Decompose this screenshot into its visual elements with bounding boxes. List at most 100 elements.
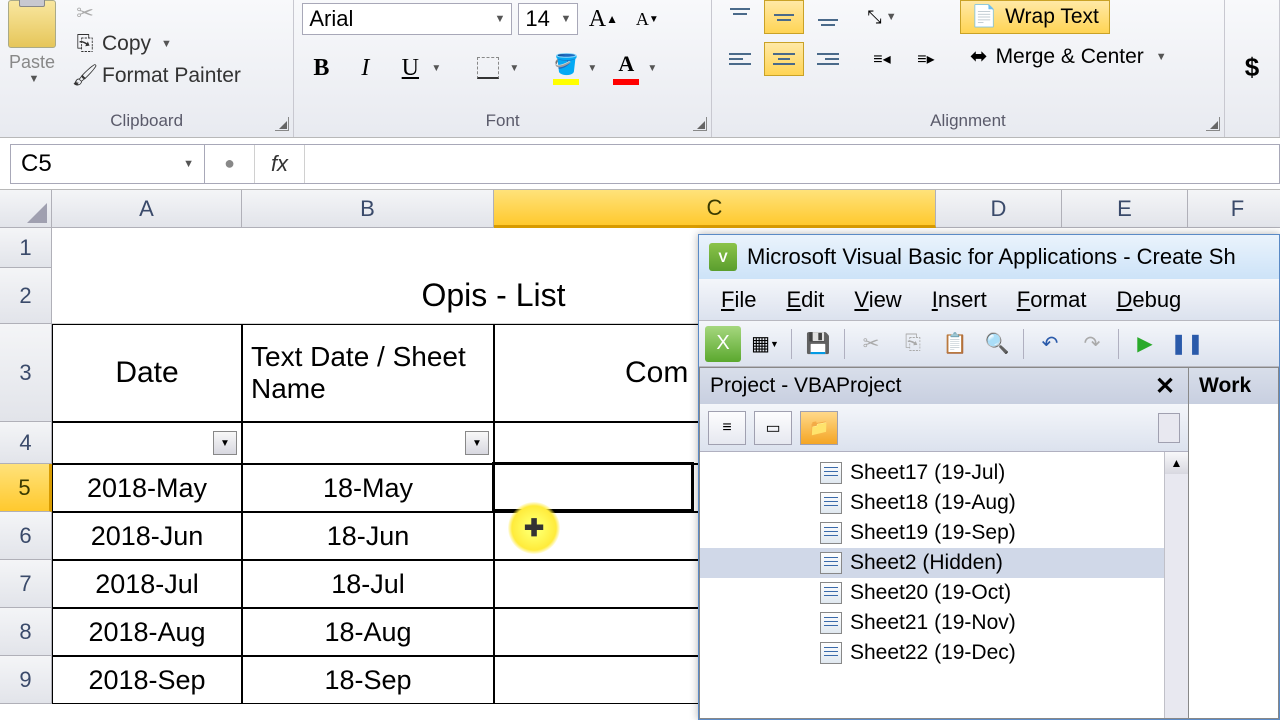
close-icon[interactable]: ✕ [1152,373,1178,399]
vba-tree-item-label: Sheet2 (Hidden) [850,551,1003,575]
cell[interactable]: 2018-Sep [52,656,242,704]
vba-tree-item[interactable]: Sheet18 (19-Aug) [700,488,1188,518]
column-header-F[interactable]: F [1188,190,1280,228]
decrease-indent-button[interactable]: ≡◂ [862,42,902,76]
font-dialog-launcher[interactable] [693,117,707,131]
vba-project-tree[interactable]: ▲ Sheet17 (19-Jul) Sheet18 (19-Aug) Sheet1… [700,452,1188,718]
cell[interactable]: 18-Jul [242,560,494,608]
filter-dropdown-icon[interactable]: ▼ [213,431,237,455]
decrease-font-button[interactable]: A▼ [628,0,666,38]
cut-button[interactable]: ✂ [853,326,889,362]
fill-color-button[interactable]: 🪣 ▼ [546,48,600,88]
view-excel-button[interactable]: X [705,326,741,362]
vba-editor-window[interactable]: V Microsoft Visual Basic for Application… [698,234,1280,720]
copy-button[interactable]: ⎘ [895,326,931,362]
cell[interactable]: 2018-Aug [52,608,242,656]
vba-tree-item-label: Sheet18 (19-Aug) [850,491,1016,515]
cell[interactable]: 18-Jun [242,512,494,560]
cell[interactable]: Text Date / Sheet Name [242,324,494,422]
vba-tree-item[interactable]: Sheet2 (Hidden) [700,548,1188,578]
ribbon-group-clipboard: Paste ▼ ✂ ⎘ Copy ▼ 🖌 Format Painter Clip… [0,0,294,137]
column-header-C[interactable]: C [494,190,936,228]
align-bottom-button[interactable] [808,0,848,34]
row-header-5[interactable]: 5 [0,464,52,512]
bold-button[interactable]: B [302,49,340,87]
row-header-9[interactable]: 9 [0,656,52,704]
row-header-3[interactable]: 3 [0,324,52,422]
view-object-button[interactable]: ▭ [754,411,792,445]
copy-button[interactable]: ⎘ Copy ▼ [68,30,247,58]
row-header-8[interactable]: 8 [0,608,52,656]
align-top-button[interactable] [720,0,760,34]
view-code-button[interactable]: ≡ [708,411,746,445]
font-size-combo[interactable]: 14 ▼ [518,3,578,35]
vba-tree-item[interactable]: Sheet19 (19-Sep) [700,518,1188,548]
insert-function-button[interactable]: fx [255,145,305,183]
vba-menu-insert[interactable]: Insert [918,283,1001,317]
vba-menu-view[interactable]: View [840,283,915,317]
scroll-up-icon[interactable]: ▲ [1165,452,1188,474]
column-header-A[interactable]: A [52,190,242,228]
orientation-button[interactable]: ⤡▼ [862,0,902,34]
insert-module-button[interactable]: ▦▼ [747,326,783,362]
select-all-corner[interactable] [0,190,52,228]
redo-button[interactable]: ↷ [1074,326,1110,362]
undo-button[interactable]: ↶ [1032,326,1068,362]
column-header-B[interactable]: B [242,190,494,228]
column-header-D[interactable]: D [936,190,1062,228]
cell[interactable]: 2018-May [52,464,242,512]
clipboard-dialog-launcher[interactable] [275,117,289,131]
alignment-dialog-launcher[interactable] [1206,117,1220,131]
paste-button[interactable]: 📋 [937,326,973,362]
save-button[interactable]: 💾 [800,326,836,362]
vba-tree-item[interactable]: Sheet22 (19-Dec) [700,638,1188,668]
paste-button[interactable]: Paste ▼ [8,0,56,85]
row-header-4[interactable]: 4 [0,422,52,464]
vba-menu-edit[interactable]: Edit [772,283,838,317]
cell[interactable]: ▼ [242,422,494,464]
font-name-combo[interactable]: Arial ▼ [302,3,512,35]
cell[interactable]: ▼ [52,422,242,464]
name-box[interactable]: C5 ▼ [10,144,205,184]
borders-button[interactable]: ▼ [468,48,522,88]
row-header-2[interactable]: 2 [0,268,52,324]
vba-tree-item[interactable]: Sheet17 (19-Jul) [700,458,1188,488]
run-button[interactable]: ▶ [1127,326,1163,362]
cell[interactable]: 2018-Jun [52,512,242,560]
toggle-folders-button[interactable]: 📁 [800,411,838,445]
underline-button[interactable]: U ▼ [390,48,444,88]
row-header-6[interactable]: 6 [0,512,52,560]
row-header-7[interactable]: 7 [0,560,52,608]
italic-button[interactable]: I [346,49,384,87]
formula-input[interactable] [305,145,1279,183]
align-right-button[interactable] [808,42,848,76]
sheet-icon [820,642,842,664]
find-button[interactable]: 🔍 [979,326,1015,362]
format-painter-button[interactable]: 🖌 Format Painter [68,62,247,90]
align-center-button[interactable] [764,42,804,76]
pause-button[interactable]: ❚❚ [1169,326,1205,362]
increase-indent-button[interactable]: ≡▸ [906,42,946,76]
column-header-E[interactable]: E [1062,190,1188,228]
vba-menu-format[interactable]: Format [1003,283,1101,317]
currency-button[interactable]: $ [1233,48,1271,86]
filter-dropdown-icon[interactable]: ▼ [465,431,489,455]
font-color-button[interactable]: A ▼ [606,48,660,88]
scrollbar[interactable]: ▲ [1164,452,1188,718]
vba-menu-file[interactable]: File [707,283,770,317]
merge-center-button[interactable]: ⬌ Merge & Center ▼ [960,40,1177,73]
cell[interactable]: 18-May [242,464,494,512]
vba-tree-item[interactable]: Sheet21 (19-Nov) [700,608,1188,638]
increase-font-button[interactable]: A▲ [584,0,622,38]
vba-title-bar[interactable]: V Microsoft Visual Basic for Application… [699,235,1279,279]
vba-tree-item[interactable]: Sheet20 (19-Oct) [700,578,1188,608]
vba-menu-debug[interactable]: Debug [1102,283,1195,317]
align-left-button[interactable] [720,42,760,76]
cell[interactable]: Date [52,324,242,422]
cell[interactable]: 18-Aug [242,608,494,656]
row-header-1[interactable]: 1 [0,228,52,268]
align-middle-button[interactable] [764,0,804,34]
cell[interactable]: 2018-Jul [52,560,242,608]
cell[interactable]: 18-Sep [242,656,494,704]
wrap-text-button[interactable]: 📄 Wrap Text [960,0,1110,34]
